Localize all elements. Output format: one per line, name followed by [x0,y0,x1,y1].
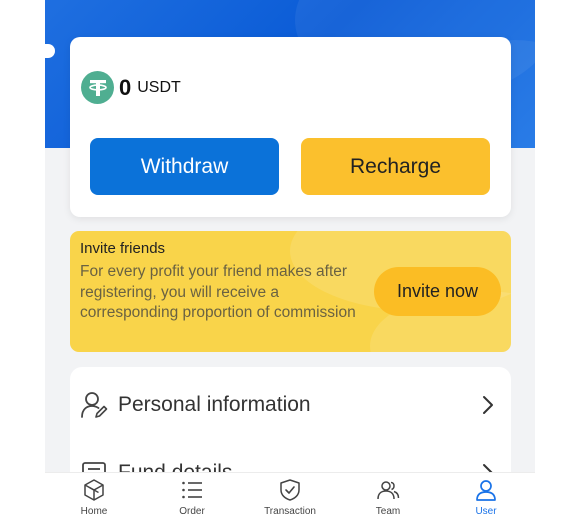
invite-title: Invite friends [80,240,166,257]
user-edit-icon [81,392,108,418]
invite-now-button[interactable]: Invite now [374,267,501,316]
shield-check-icon [280,479,300,501]
menu-item-personal-information[interactable]: Personal information [70,375,511,435]
user-page: 0 USDT Withdraw Recharge Invite friends … [45,0,535,525]
tab-label: User [475,506,497,517]
balance-currency: USDT [137,78,181,96]
tab-order[interactable]: Order [143,473,241,525]
cube-icon [84,479,104,501]
balance-amount: 0 [119,74,132,100]
balance-row: 0 USDT [81,71,181,104]
tab-label: Transaction [264,506,316,517]
tab-label: Team [375,506,401,517]
usdt-logo-icon [81,71,114,104]
tab-label: Order [179,506,205,517]
banner-notch [45,44,55,58]
tab-label: Home [80,506,108,517]
chevron-right-icon [483,396,493,414]
tab-transaction[interactable]: Transaction [241,473,339,525]
tab-user[interactable]: User [437,473,535,525]
recharge-button[interactable]: Recharge [301,138,490,195]
menu-item-label: Personal information [118,393,311,416]
invite-description: For every profit your friend makes after… [80,263,356,321]
tab-home[interactable]: Home [45,473,143,525]
tab-team[interactable]: Team [339,473,437,525]
team-icon [377,481,400,500]
list-icon [182,481,202,499]
invite-banner: Invite friends For every profit your fri… [70,231,511,352]
withdraw-button[interactable]: Withdraw [90,138,279,195]
bottom-tab-bar: Home Order Transaction Team User [45,472,535,525]
wallet-card: 0 USDT Withdraw Recharge [70,37,511,217]
user-icon [476,480,496,501]
